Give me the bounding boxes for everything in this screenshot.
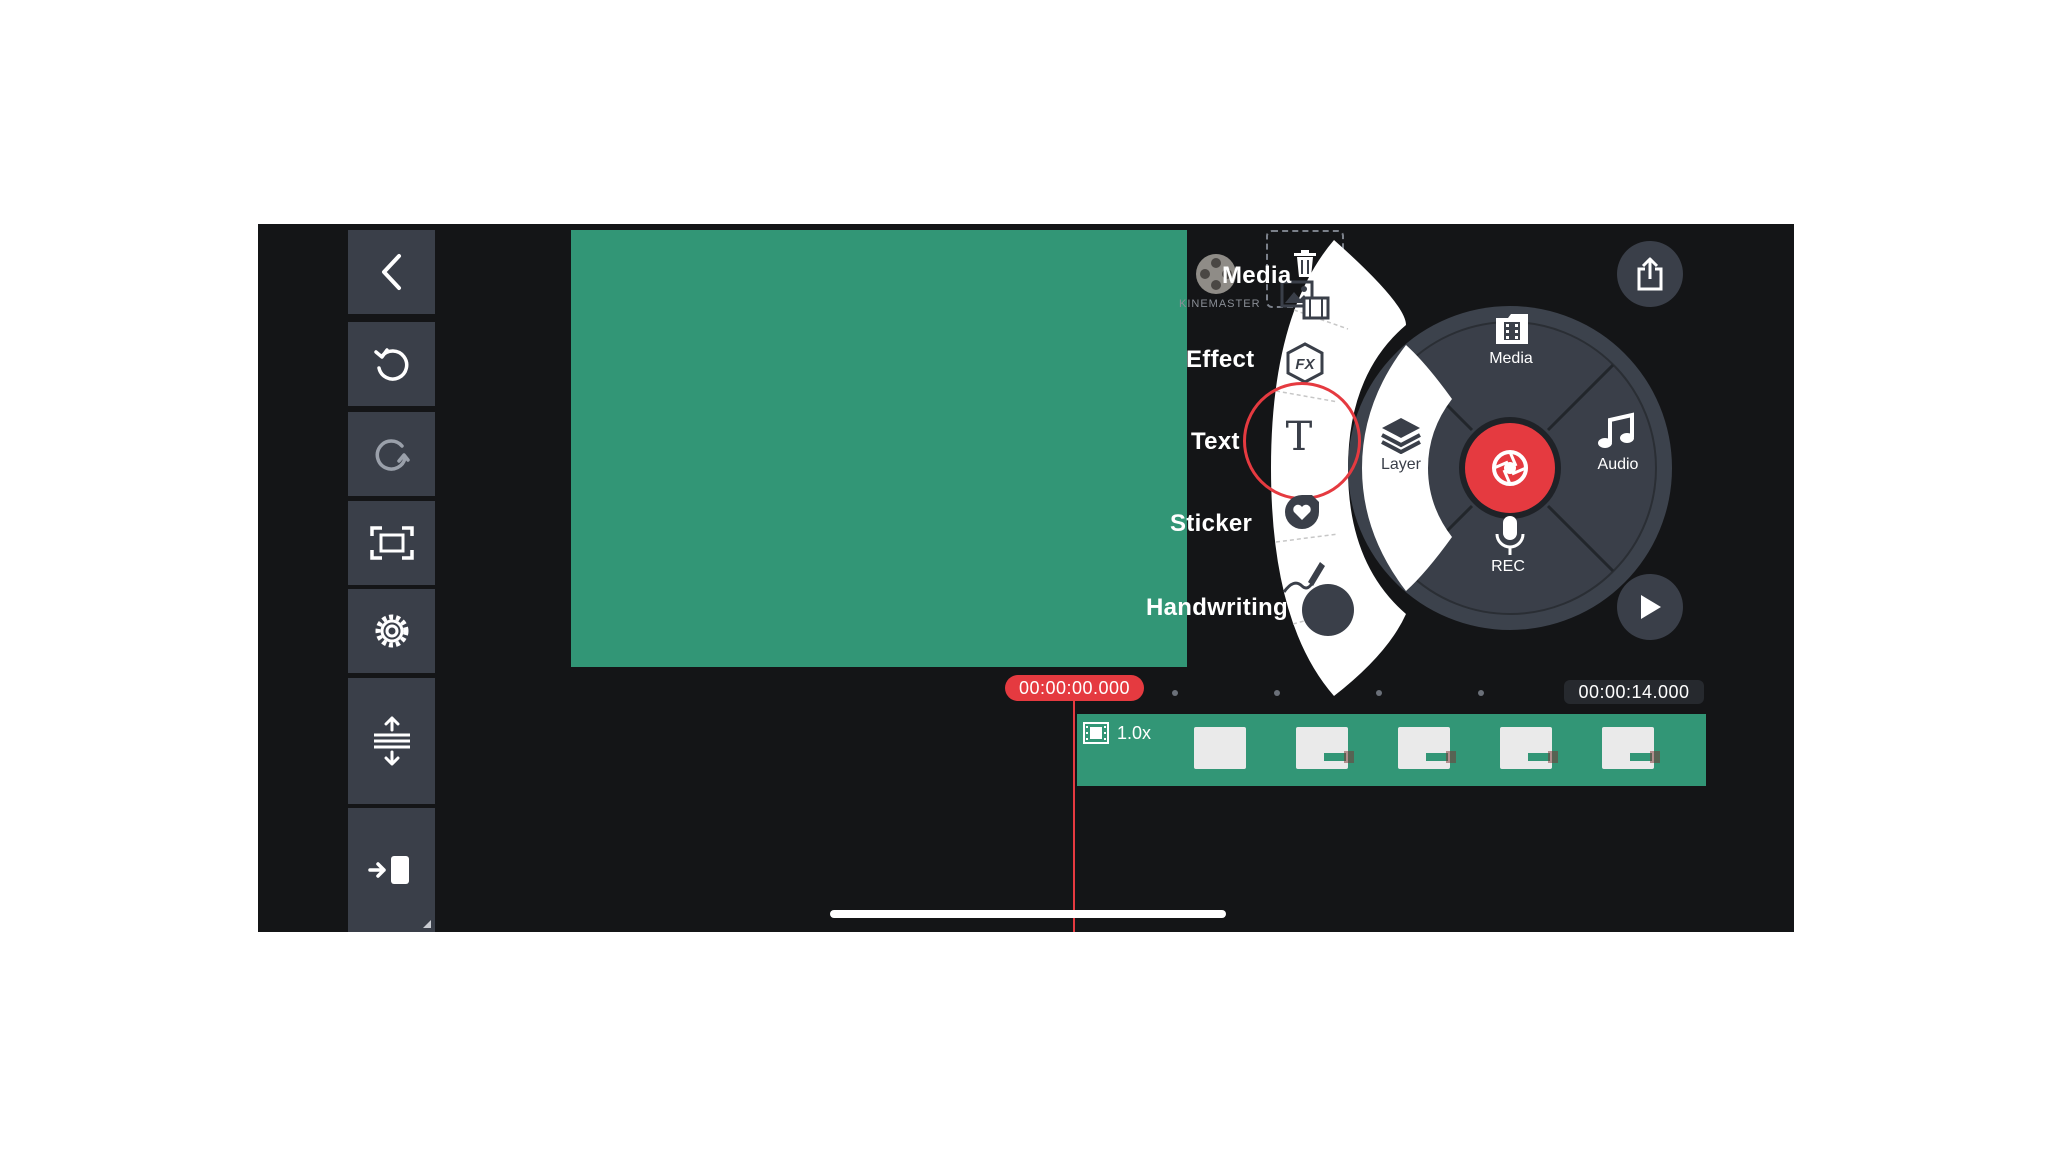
playhead[interactable]	[1073, 701, 1075, 932]
total-time-pill: 00:00:14.000	[1564, 680, 1704, 704]
current-time: 00:00:00.000	[1018, 678, 1131, 698]
ruler-tick	[1274, 690, 1280, 696]
camera-shutter-icon	[1492, 450, 1528, 486]
home-indicator	[830, 910, 1226, 918]
kinemaster-editor: KINEMASTER Media Audio REC Layer FX T Me…	[258, 224, 1794, 932]
menu-item-sticker[interactable]: Sticker	[1170, 510, 1252, 538]
menu-item-effect[interactable]: Effect	[1186, 346, 1254, 374]
layers-icon	[1381, 418, 1421, 454]
current-time-pill: 00:00:00.000	[1005, 675, 1144, 701]
wheel-rec-label[interactable]: REC	[1468, 558, 1548, 576]
menu-item-handwriting[interactable]: Handwriting	[1146, 594, 1288, 622]
microphone-icon	[1495, 516, 1525, 555]
play-button[interactable]	[1617, 574, 1683, 640]
clip-thumbnail	[1296, 727, 1354, 769]
menu-item-text[interactable]: Text	[1191, 428, 1240, 456]
wheel-layer-label[interactable]: Layer	[1361, 456, 1441, 474]
clip-speed: 1.0x	[1117, 723, 1152, 743]
clip-thumbnail	[1194, 727, 1246, 769]
clip-thumbnail	[1602, 727, 1660, 769]
svg-text:FX: FX	[1295, 356, 1315, 373]
clip-thumbnail	[1398, 727, 1456, 769]
play-icon	[1641, 595, 1661, 619]
total-time: 00:00:14.000	[1578, 682, 1690, 702]
clip-thumbnail	[1500, 727, 1558, 769]
music-note-icon	[1598, 412, 1634, 448]
text-highlight-ring	[1243, 382, 1361, 500]
fx-icon[interactable]: FX	[1284, 342, 1326, 384]
wheel-audio-label[interactable]: Audio	[1578, 456, 1658, 474]
radial-menu-graphics	[1271, 240, 1672, 696]
film-strip-icon	[1083, 722, 1109, 744]
share-button[interactable]	[1617, 241, 1683, 307]
sticker-heart-icon[interactable]	[1282, 492, 1322, 532]
media-folder-icon	[1496, 314, 1528, 344]
ruler-tick	[1376, 690, 1382, 696]
ruler-tick	[1478, 690, 1484, 696]
wheel-media-label[interactable]: Media	[1471, 350, 1551, 368]
ruler-tick	[1172, 690, 1178, 696]
share-icon	[1637, 257, 1663, 291]
menu-item-media[interactable]: Media	[1222, 262, 1292, 290]
hidden-tool-button[interactable]	[1302, 584, 1354, 636]
